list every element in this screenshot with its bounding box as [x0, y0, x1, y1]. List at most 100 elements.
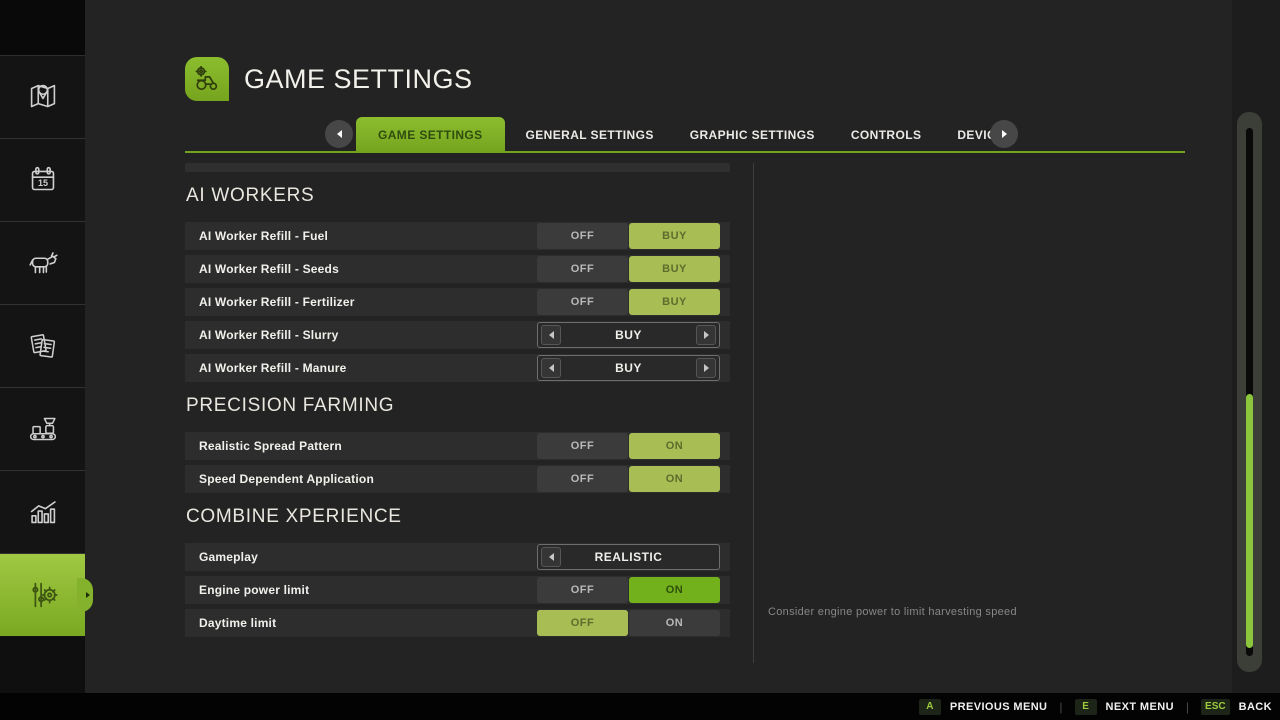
spinner-right-arrow-button[interactable] [696, 325, 716, 345]
sidebar-top-block [0, 0, 85, 56]
sidebar-item-calendar[interactable]: 15 [0, 139, 85, 222]
tabs-next-button[interactable] [990, 120, 1018, 148]
toggle-group: OFFON [537, 433, 720, 459]
section-heading: COMBINE XPERIENCE [186, 506, 730, 528]
spinner-right-arrow-button[interactable] [696, 358, 716, 378]
option-off-button[interactable]: OFF [537, 466, 628, 492]
setting-label: AI Worker Refill - Manure [199, 361, 346, 375]
setting-row: Realistic Spread Pattern OFFON [185, 432, 730, 460]
toggle-group: OFFBUY [537, 289, 720, 315]
tab-general-settings[interactable]: GENERAL SETTINGS [508, 117, 672, 153]
left-arrow-icon [549, 331, 554, 339]
key-badge: ESC [1201, 699, 1230, 715]
option-on-button[interactable]: ON [629, 577, 720, 603]
footer-hint-bar: APREVIOUS MENU | E NEXT MENU | ESCBACK [0, 693, 1280, 720]
option-spinner: BUY [537, 322, 720, 348]
spinner-value: BUY [538, 361, 719, 375]
section-heading: AI WORKERS [186, 185, 730, 207]
game-settings-screen: 15 [0, 0, 1280, 720]
footer-hint-next-menu[interactable]: E NEXT MENU [1075, 699, 1174, 715]
setting-label: Speed Dependent Application [199, 472, 374, 486]
setting-label: AI Worker Refill - Seeds [199, 262, 339, 276]
calendar-icon: 15 [24, 161, 62, 199]
settings-icon [24, 576, 62, 614]
option-buy-button[interactable]: BUY [629, 256, 720, 282]
option-on-button[interactable]: ON [629, 610, 720, 636]
sidebar-item-finances[interactable] [0, 305, 85, 388]
setting-description-text: Consider engine power to limit harvestin… [768, 606, 1017, 618]
toggle-group: OFFBUY [537, 223, 720, 249]
panel-divider [753, 163, 754, 663]
sidebar-item-animals[interactable] [0, 222, 85, 305]
tab-bar: GAME SETTINGSGENERAL SETTINGSGRAPHIC SET… [185, 117, 1185, 153]
setting-row: Daytime limit OFFON [185, 609, 730, 637]
option-spinner: REALISTIC [537, 544, 720, 570]
key-badge: E [1075, 699, 1097, 715]
hint-separator: | [1186, 700, 1189, 714]
page-title: GAME SETTINGS [244, 64, 473, 95]
tab-controls[interactable]: CONTROLS [833, 117, 940, 153]
setting-label: AI Worker Refill - Slurry [199, 328, 338, 342]
option-off-button[interactable]: OFF [537, 610, 628, 636]
setting-row: Speed Dependent Application OFFON [185, 465, 730, 493]
toggle-group: OFFON [537, 466, 720, 492]
setting-row: AI Worker Refill - Seeds OFFBUY [185, 255, 730, 283]
tab-underline [185, 151, 1185, 153]
option-spinner: BUY [537, 355, 720, 381]
setting-row: AI Worker Refill - Fuel OFFBUY [185, 222, 730, 250]
svg-text:15: 15 [37, 178, 47, 188]
tab-graphic-settings[interactable]: GRAPHIC SETTINGS [672, 117, 833, 153]
section-heading: PRECISION FARMING [186, 395, 730, 417]
right-arrow-icon [1002, 130, 1007, 138]
setting-label: Realistic Spread Pattern [199, 439, 342, 453]
map-icon [24, 78, 62, 116]
toggle-group: OFFON [537, 610, 720, 636]
spinner-left-arrow-button[interactable] [541, 358, 561, 378]
tab-game-settings[interactable]: GAME SETTINGS [356, 117, 505, 153]
toggle-group: OFFBUY [537, 256, 720, 282]
scrollbar-thumb[interactable] [1246, 394, 1253, 648]
sidebar-item-map[interactable] [0, 56, 85, 139]
tabs-row: GAME SETTINGSGENERAL SETTINGSGRAPHIC SET… [356, 117, 1031, 153]
settings-list: AI WORKERSAI Worker Refill - FuelOFFBUYA… [185, 163, 730, 642]
page-header: GAME SETTINGS [185, 57, 473, 101]
cow-icon [24, 244, 62, 282]
hint-label: PREVIOUS MENU [950, 701, 1048, 713]
right-arrow-icon [704, 364, 709, 372]
sidebar-item-game-settings[interactable] [0, 554, 85, 637]
setting-label: AI Worker Refill - Fertilizer [199, 295, 355, 309]
hint-separator: | [1059, 700, 1062, 714]
option-buy-button[interactable]: BUY [629, 223, 720, 249]
footer-hint-back[interactable]: ESCBACK [1201, 699, 1272, 715]
setting-row: Engine power limit OFFON [185, 576, 730, 604]
setting-label: Daytime limit [199, 616, 276, 630]
production-icon [24, 410, 62, 448]
spinner-value: BUY [538, 328, 719, 342]
setting-row: AI Worker Refill - Manure BUY [185, 354, 730, 382]
setting-label: AI Worker Refill - Fuel [199, 229, 328, 243]
setting-label: Engine power limit [199, 583, 309, 597]
option-on-button[interactable]: ON [629, 466, 720, 492]
setting-label: Gameplay [199, 550, 258, 564]
setting-row: AI Worker Refill - Slurry BUY [185, 321, 730, 349]
left-arrow-icon [549, 553, 554, 561]
right-arrow-icon [704, 331, 709, 339]
spinner-left-arrow-button[interactable] [541, 547, 561, 567]
option-buy-button[interactable]: BUY [629, 289, 720, 315]
setting-row: AI Worker Refill - Fertilizer OFFBUY [185, 288, 730, 316]
sidebar-item-statistics[interactable] [0, 471, 85, 554]
left-arrow-icon [549, 364, 554, 372]
tabs-previous-button[interactable] [325, 120, 353, 148]
sidebar-item-production[interactable] [0, 388, 85, 471]
option-off-button[interactable]: OFF [537, 289, 628, 315]
hint-label: NEXT MENU [1106, 701, 1174, 713]
option-off-button[interactable]: OFF [537, 256, 628, 282]
option-off-button[interactable]: OFF [537, 577, 628, 603]
option-on-button[interactable]: ON [629, 433, 720, 459]
spinner-left-arrow-button[interactable] [541, 325, 561, 345]
option-off-button[interactable]: OFF [537, 223, 628, 249]
game-settings-header-icon [185, 57, 229, 101]
footer-hint-previous-menu[interactable]: APREVIOUS MENU [919, 699, 1048, 715]
toggle-group: OFFON [537, 577, 720, 603]
option-off-button[interactable]: OFF [537, 433, 628, 459]
